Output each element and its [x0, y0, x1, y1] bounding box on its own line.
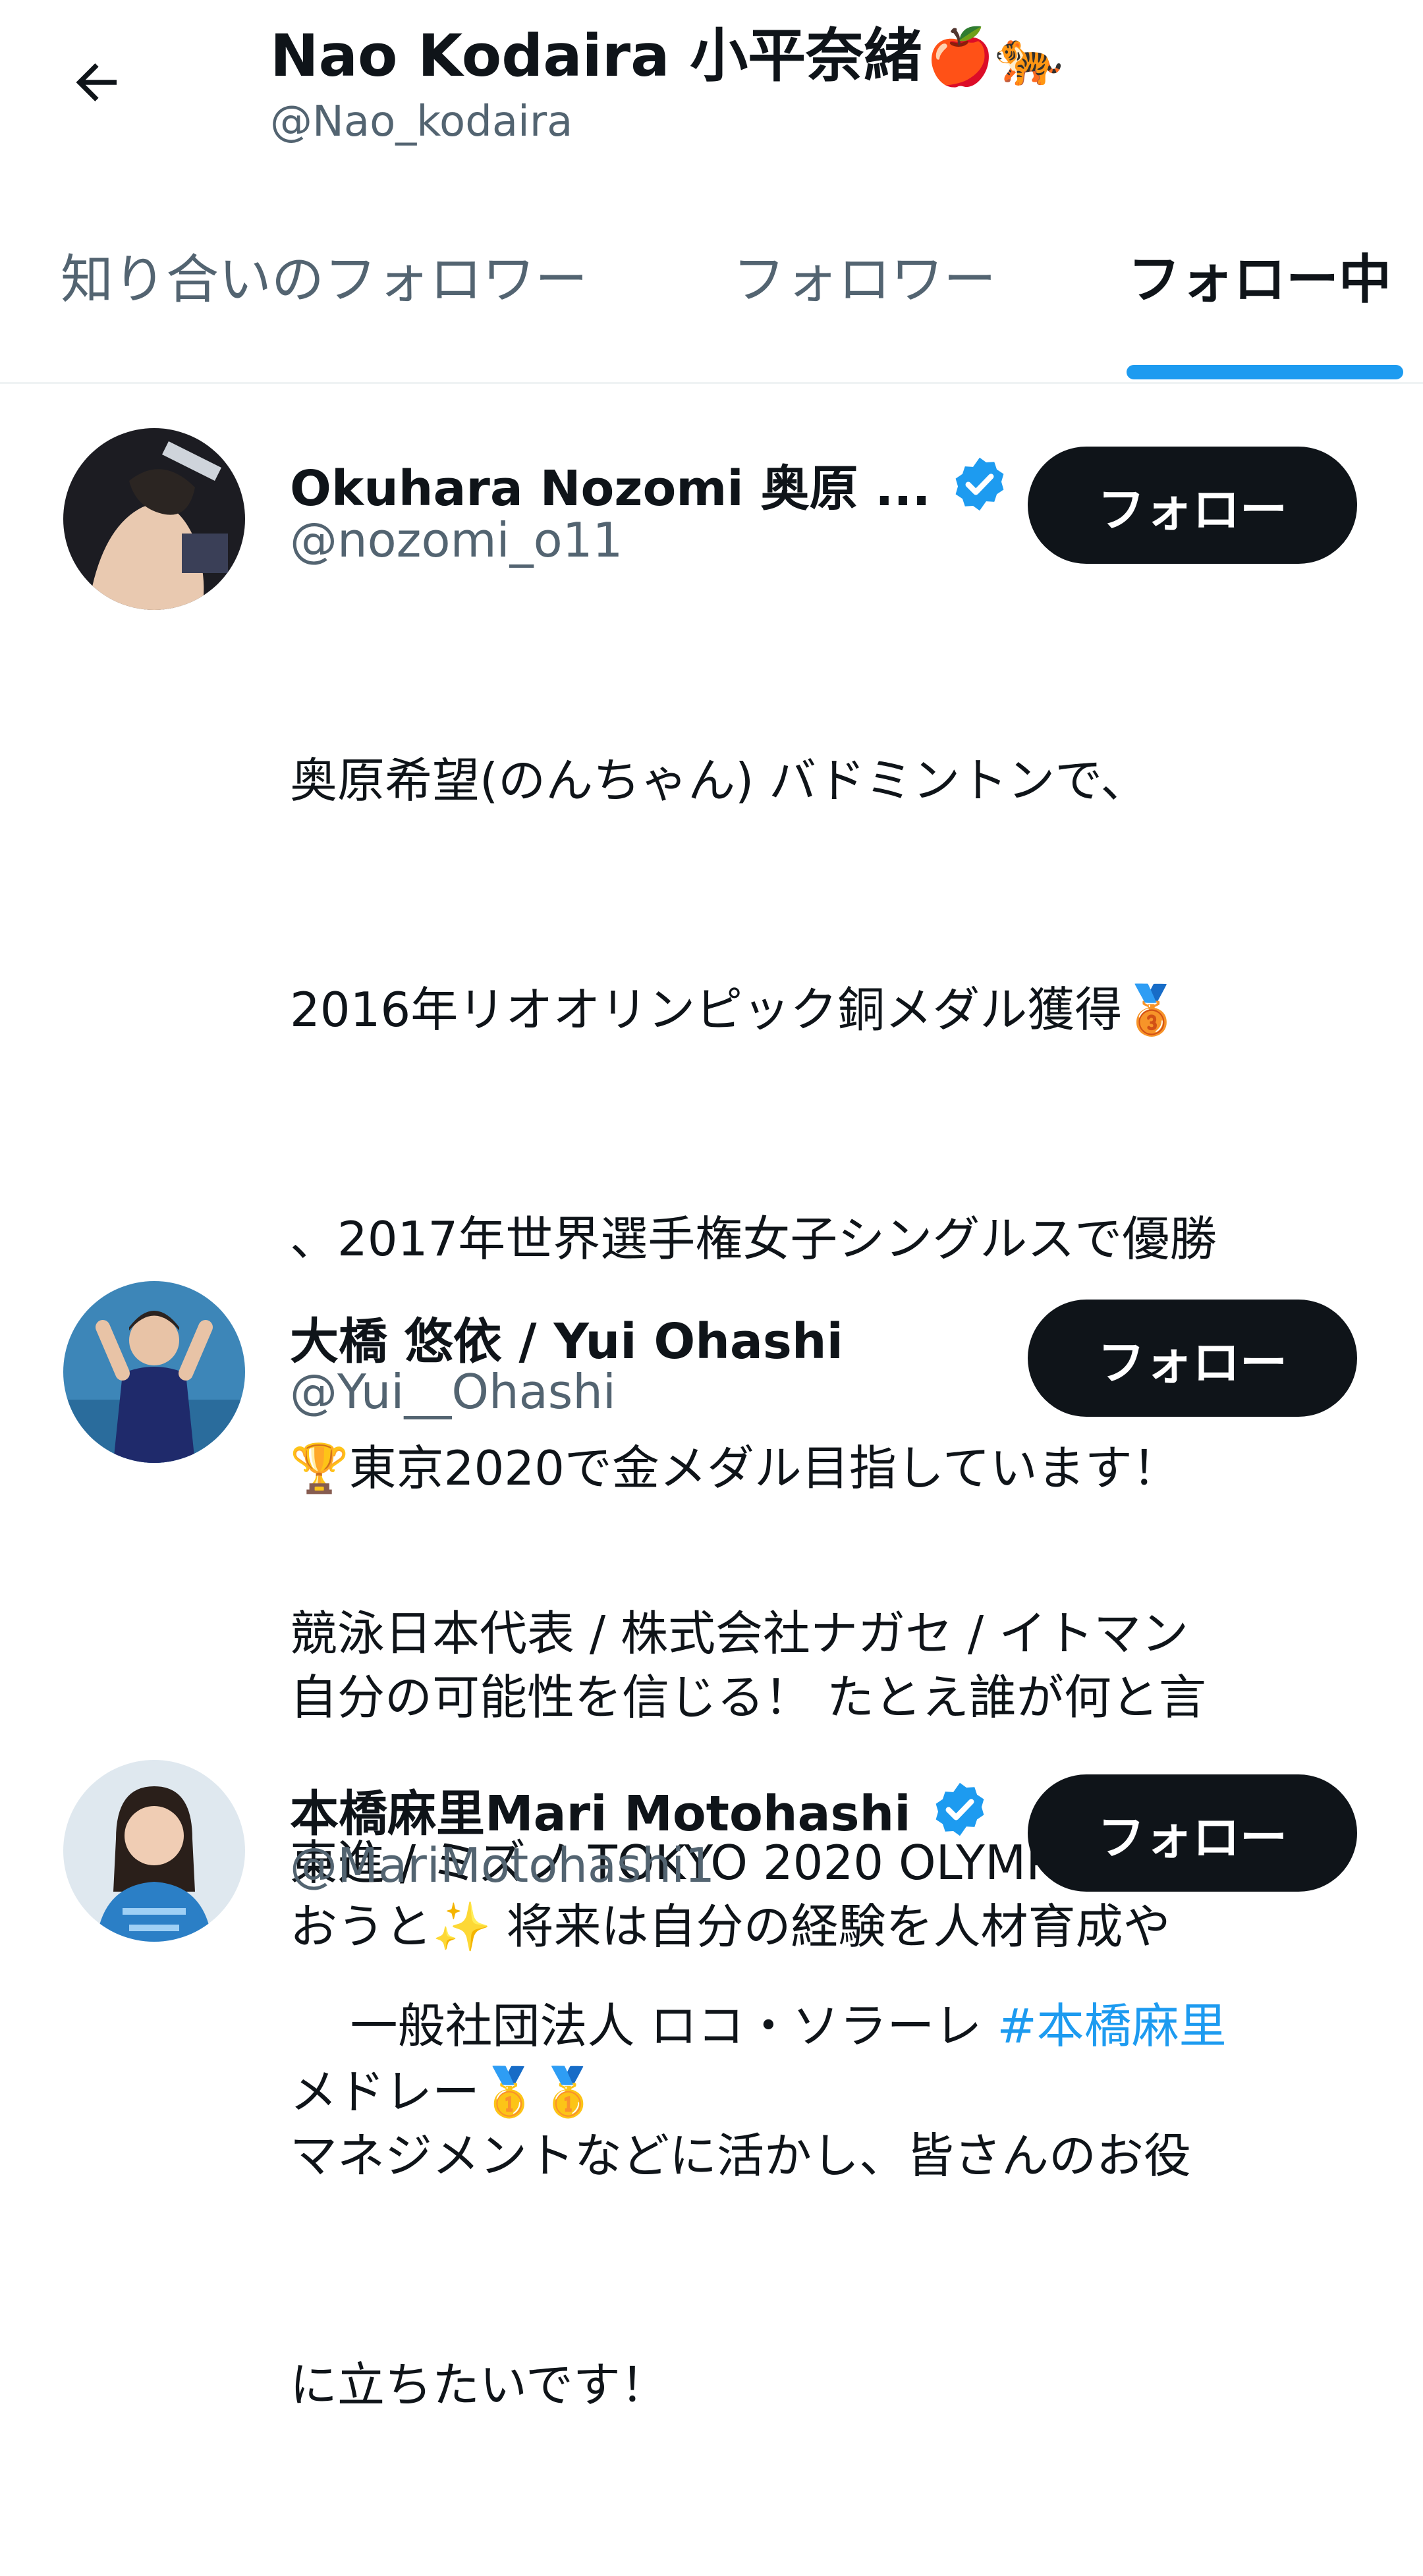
bio-line: 、2017年世界選手権女子シングルスで優勝: [290, 1211, 1217, 1267]
tab-followers-you-know[interactable]: 知り合いのフォロワー: [61, 244, 588, 316]
verified-badge-icon: [955, 457, 1004, 511]
avatar[interactable]: [63, 428, 245, 610]
follow-button[interactable]: フォロー: [1028, 447, 1357, 564]
tab-bar: 知り合いのフォロワー フォロワー フォロー中: [0, 217, 1423, 384]
follow-button[interactable]: フォロー: [1028, 1774, 1357, 1892]
user-list-item[interactable]: Okuhara Nozomi 奥原 ... @nozomi_o11 フォロー 奥…: [0, 422, 1423, 2413]
title-emoji: 🍎🐅: [926, 24, 1064, 89]
user-handle: @nozomi_o11: [290, 512, 623, 568]
follow-button[interactable]: フォロー: [1028, 1300, 1357, 1417]
user-list-item[interactable]: 大橋 悠依 / Yui Ohashi @Yui__Ohashi フォロー 競泳日…: [0, 1281, 1423, 2120]
user-bio: 一般社団法人 ロコ・ソラーレ #本橋麻里: [290, 1911, 1370, 2141]
arrow-left-icon: [76, 63, 117, 101]
profile-header: Nao Kodaira 小平奈緒🍎🐅 @Nao_kodaira: [0, 0, 1423, 151]
profile-name: Nao Kodaira 小平奈緒: [270, 22, 922, 90]
back-button[interactable]: [61, 46, 133, 119]
hashtag-link[interactable]: #本橋麻里: [997, 1998, 1226, 2054]
bio-line: 競泳日本代表 / 株式会社ナガセ / イトマン: [290, 1606, 1189, 1661]
user-list-item[interactable]: 本橋麻里Mari Motohashi @MariMotohashi1 フォロー …: [0, 1760, 1423, 2054]
bio-line: に立ちたいです！: [290, 2357, 668, 2413]
bio-line: 2016年リオオリンピック銅メダル獲得🥉: [290, 982, 1181, 1037]
page-title: Nao Kodaira 小平奈緒🍎🐅: [270, 20, 1063, 93]
profile-handle: @Nao_kodaira: [270, 97, 573, 146]
bio-text: 一般社団法人 ロコ・ソラーレ: [350, 1998, 997, 2054]
avatar[interactable]: [63, 1760, 245, 1942]
bio-line: 奥原希望(のんちゃん) バドミントンで、: [290, 753, 1148, 808]
active-tab-indicator: [1127, 365, 1403, 379]
avatar[interactable]: [63, 1281, 245, 1463]
tab-followers[interactable]: フォロワー: [733, 244, 996, 316]
user-handle: @Yui__Ohashi: [290, 1364, 616, 1419]
verified-badge-icon: [935, 1782, 984, 1836]
user-handle: @MariMotohashi1: [290, 1838, 715, 1893]
tab-following[interactable]: フォロー中: [1128, 244, 1391, 316]
